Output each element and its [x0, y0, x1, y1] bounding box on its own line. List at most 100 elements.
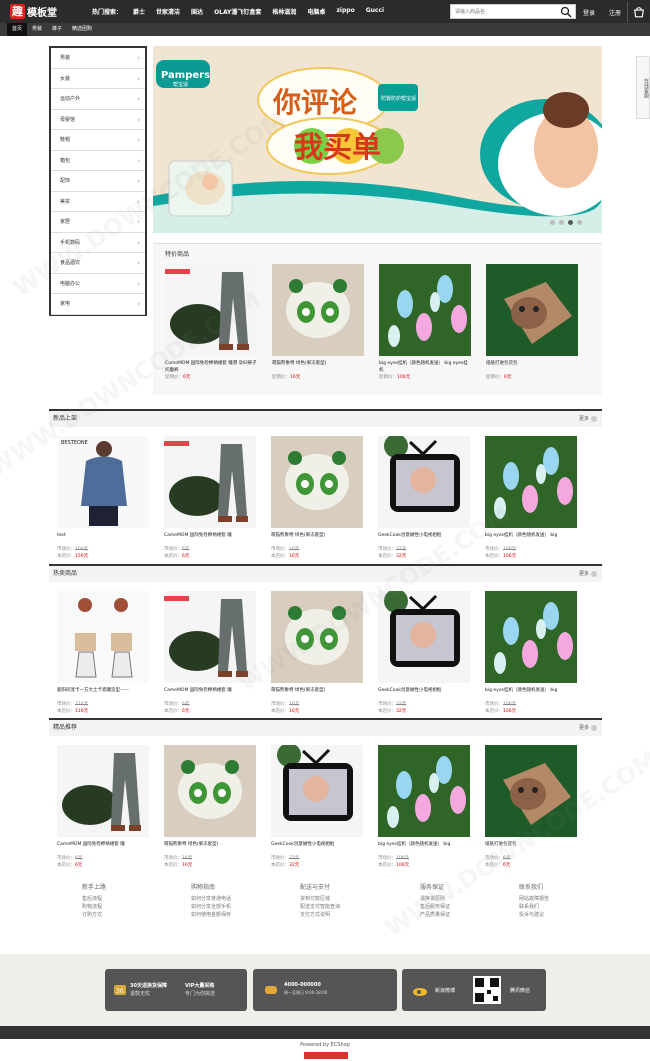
category-item[interactable]: 配饰	[51, 171, 145, 192]
product-name[interactable]: CameMOM 国际免检棉柄裙套 瞳港 孕妇裤子 托腹裤	[165, 360, 257, 374]
footer-link[interactable]: 联系我们	[519, 903, 599, 911]
special-product-card[interactable]: big eyes挂机（颜色随机发送） big eyes挂机 促销价：106元	[379, 264, 471, 381]
product-name[interactable]: 鹿阳同宠卡一方大土卡瓷罐造型——	[57, 687, 149, 701]
product-image[interactable]	[378, 745, 470, 837]
category-item[interactable]: 手机数码	[51, 233, 145, 253]
special-product-card[interactable]: CameMOM 国际免检棉柄裙套 瞳港 孕妇裤子 托腹裤 促销价：6元	[165, 264, 257, 381]
product-card[interactable]: BESTEONE test 市场价：100元 本店价：156元	[57, 436, 149, 560]
product-card[interactable]: 萌猫熊象特 绿色(果冻套型) 市场价：16元 本店价：16元	[164, 745, 256, 869]
register-link[interactable]: 注册	[609, 8, 621, 17]
footer-link[interactable]: 网站故障报告	[519, 895, 599, 903]
category-item[interactable]: 男装	[51, 48, 145, 69]
footer-link[interactable]: 如何分享普通电话	[191, 895, 269, 903]
more-link[interactable]: 更多	[579, 720, 597, 736]
social-card[interactable]: 新浪微博 腾讯微信	[402, 969, 546, 1011]
footer-link[interactable]: 售后流程	[82, 895, 159, 903]
hot-search-item[interactable]: 电脑桌	[307, 7, 325, 16]
footer-link[interactable]: 货到付款区域	[300, 895, 379, 903]
footer-link[interactable]: 售后服务保证	[420, 903, 489, 911]
product-name[interactable]: GeekCook创意磁性小电视相框	[378, 687, 470, 701]
product-name[interactable]: big eyes挂机（颜色随机发送） big	[378, 841, 470, 855]
product-card[interactable]: CameMOM 国际免检棉柄裙套 瞳 市场价：6元 本店价：6元	[164, 591, 256, 715]
product-card[interactable]: 萌猫熊象特 绿色(果冻套型) 市场价：16元 本店价：16元	[271, 436, 363, 560]
product-image[interactable]: BESTEONE	[57, 436, 149, 528]
product-image[interactable]	[485, 591, 577, 683]
category-item[interactable]: 家居	[51, 212, 145, 233]
category-item[interactable]: 运动户外	[51, 89, 145, 110]
nav-item-groupbuy[interactable]: 精选团购	[67, 23, 97, 36]
product-image[interactable]	[379, 264, 471, 356]
cart-icon[interactable]	[627, 2, 650, 22]
product-name[interactable]: CameMOM 国际免检棉柄裙套 瞳	[57, 841, 149, 855]
product-image[interactable]	[271, 436, 363, 528]
product-card[interactable]: GeekCook创意磁性小电视相框 市场价：32元 本店价：32元	[378, 591, 470, 715]
product-name[interactable]: big eyes挂机（颜色随机发送） big	[485, 532, 577, 546]
footer-link[interactable]: 支付方式说明	[300, 911, 379, 919]
guarantee-card[interactable]: 30 30天退换货保障 退款无忧 VIP大量采购 专门为你挑选	[105, 969, 247, 1011]
product-image[interactable]	[486, 264, 578, 356]
hot-search-item[interactable]: 世家清洁	[156, 7, 180, 16]
banner-dot[interactable]	[559, 220, 564, 225]
product-name[interactable]: GeekCook创意磁性小电视相框	[378, 532, 470, 546]
footer-link[interactable]: 产品质量保证	[420, 911, 489, 919]
nav-item-home[interactable]: 首页	[7, 23, 28, 36]
product-card[interactable]: GeekCook创意磁性小电视相框 市场价：32元 本店价：32元	[378, 436, 470, 560]
product-name[interactable]: 萌猫熊象特 绿色(果冻套型)	[271, 532, 363, 546]
product-image[interactable]	[271, 745, 363, 837]
product-card[interactable]: 鹿阳同宠卡一方大土卡瓷罐造型—— 市场价：116元 本店价：116元	[57, 591, 149, 715]
special-product-card[interactable]: 纸纸打进包货包 促销价：6元	[486, 264, 578, 381]
category-item[interactable]: 女装	[51, 69, 145, 89]
site-logo[interactable]: 趣 模板堂	[10, 3, 57, 20]
product-name[interactable]: 萌猫熊象特 绿色(果冻套型)	[164, 841, 256, 855]
product-card[interactable]: CameMOM 国际免检棉柄裙套 瞳 市场价：6元 本店价：6元	[57, 745, 149, 869]
product-name[interactable]: 萌猫熊象特 绿色(果冻套型)	[272, 360, 364, 374]
product-card[interactable]: GeekCook创意磁性小电视相框 市场价：32元 本店价：32元	[271, 745, 363, 869]
category-item[interactable]: 美妆	[51, 192, 145, 212]
product-image[interactable]	[378, 436, 470, 528]
footer-link[interactable]: 订购方式	[82, 911, 159, 919]
banner-dot-active[interactable]	[568, 220, 573, 225]
product-name[interactable]: test	[57, 532, 149, 546]
product-name[interactable]: 纸纸打进包货包	[486, 360, 578, 374]
product-name[interactable]: CameMOM 国际免检棉柄裙套 瞳	[164, 532, 256, 546]
more-link[interactable]: 更多	[579, 566, 597, 582]
hot-search-item[interactable]: Gucci	[366, 7, 384, 16]
product-card[interactable]: big eyes挂机（颜色随机发送） big 市场价：106元 本店价：106元	[485, 436, 577, 560]
banner-dot[interactable]	[577, 220, 582, 225]
category-item[interactable]: 箱包	[51, 151, 145, 171]
product-name[interactable]: CameMOM 国际免检棉柄裙套 瞳	[164, 687, 256, 701]
powered-by[interactable]: Powered by ECShop	[0, 1042, 650, 1048]
product-name[interactable]: big eyes挂机（颜色随机发送） big	[485, 687, 577, 701]
category-item[interactable]: 食品酒饮	[51, 253, 145, 274]
footer-link[interactable]: 如何使用金额保存	[191, 911, 269, 919]
login-link[interactable]: 登录	[583, 8, 595, 17]
hot-search-item[interactable]: 国达	[191, 7, 203, 16]
product-name[interactable]: 萌猫熊象特 绿色(果冻套型)	[271, 687, 363, 701]
hot-search-item[interactable]: 爵士	[133, 7, 145, 16]
product-image[interactable]	[378, 591, 470, 683]
product-card[interactable]: 萌猫熊象特 绿色(果冻套型) 市场价：16元 本店价：16元	[271, 591, 363, 715]
category-item[interactable]: 电脑办公	[51, 274, 145, 294]
search-input[interactable]	[451, 5, 556, 18]
hot-search-item[interactable]: 格林滋润	[272, 7, 296, 16]
product-image[interactable]	[485, 745, 577, 837]
product-image[interactable]	[57, 745, 149, 837]
category-item[interactable]: 母婴馆	[51, 110, 145, 130]
phone-card[interactable]: 4000-000000 周一至周日 9:00-18:00	[253, 969, 397, 1011]
special-product-card[interactable]: 萌猫熊象特 绿色(果冻套型) 促销价：16元	[272, 264, 364, 381]
product-card[interactable]: 纸纸打进包货包 市场价：6元 本店价：6元	[485, 745, 577, 869]
category-item[interactable]: 家电	[51, 294, 145, 315]
product-name[interactable]: big eyes挂机（颜色随机发送） big eyes挂机	[379, 360, 471, 374]
product-image[interactable]	[165, 264, 257, 356]
product-image[interactable]	[164, 591, 256, 683]
product-image[interactable]	[164, 436, 256, 528]
category-item[interactable]: 鞋帽	[51, 130, 145, 151]
product-image[interactable]	[164, 745, 256, 837]
search-icon[interactable]	[560, 6, 572, 18]
product-card[interactable]: big eyes挂机（颜色随机发送） big 市场价：106元 本店价：106元	[485, 591, 577, 715]
product-image[interactable]	[272, 264, 364, 356]
product-name[interactable]: GeekCook创意磁性小电视相框	[271, 841, 363, 855]
footer-link[interactable]: 配送支付智能查询	[300, 903, 379, 911]
more-link[interactable]: 更多	[579, 411, 597, 427]
footer-link[interactable]: 退换货原则	[420, 895, 489, 903]
